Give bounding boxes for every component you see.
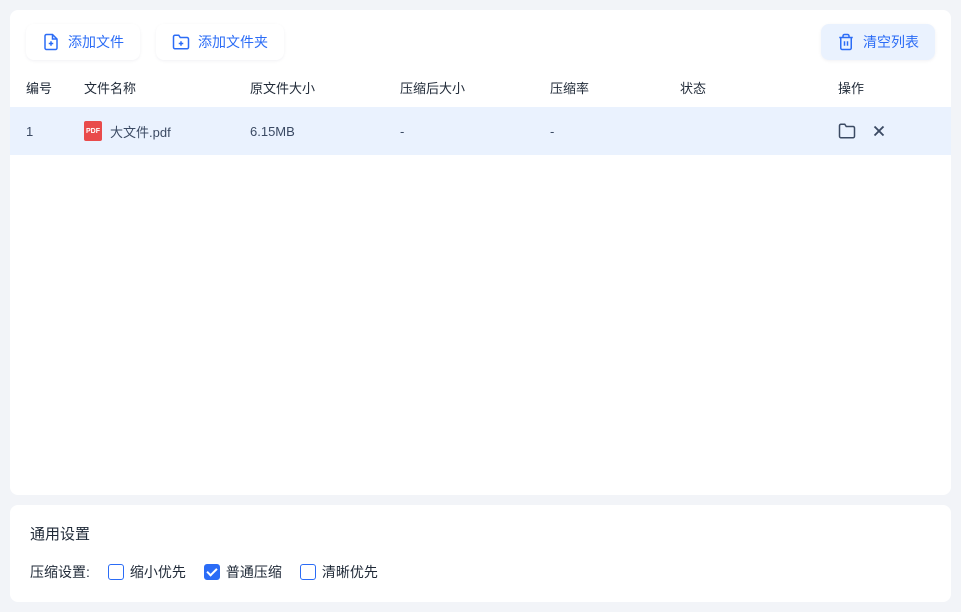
clear-list-button[interactable]: 清空列表 bbox=[821, 24, 935, 60]
clear-list-label: 清空列表 bbox=[863, 32, 919, 52]
row-orig-size: 6.15MB bbox=[250, 124, 400, 139]
folder-add-icon bbox=[172, 33, 190, 51]
header-index: 编号 bbox=[26, 78, 84, 97]
header-ratio: 压缩率 bbox=[550, 78, 680, 97]
row-filename: 大文件.pdf bbox=[110, 122, 171, 141]
settings-panel: 通用设置 压缩设置: 缩小优先 普通压缩 清晰优先 bbox=[10, 505, 951, 602]
table-header: 编号 文件名称 原文件大小 压缩后大小 压缩率 状态 操作 bbox=[10, 70, 951, 107]
row-name-cell: PDF 大文件.pdf bbox=[84, 121, 250, 141]
checkbox-icon bbox=[300, 564, 316, 580]
checkbox-shrink-priority[interactable]: 缩小优先 bbox=[108, 562, 186, 582]
pdf-icon: PDF bbox=[84, 121, 102, 141]
compress-settings-label: 压缩设置: bbox=[30, 562, 90, 582]
header-after-size: 压缩后大小 bbox=[400, 78, 550, 97]
remove-row-button[interactable] bbox=[870, 122, 888, 140]
checkbox-label: 清晰优先 bbox=[322, 562, 378, 582]
open-folder-button[interactable] bbox=[838, 122, 856, 140]
trash-icon bbox=[837, 33, 855, 51]
checkbox-clarity-priority[interactable]: 清晰优先 bbox=[300, 562, 378, 582]
checkbox-icon bbox=[204, 564, 220, 580]
table-row[interactable]: 1 PDF 大文件.pdf 6.15MB - - bbox=[10, 107, 951, 155]
row-after-size: - bbox=[400, 124, 550, 139]
file-add-icon bbox=[42, 33, 60, 51]
main-panel: 添加文件 添加文件夹 bbox=[10, 10, 951, 495]
add-file-label: 添加文件 bbox=[68, 32, 124, 52]
settings-row: 压缩设置: 缩小优先 普通压缩 清晰优先 bbox=[30, 562, 931, 582]
row-ratio: - bbox=[550, 124, 680, 139]
header-name: 文件名称 bbox=[84, 78, 250, 97]
add-folder-label: 添加文件夹 bbox=[198, 32, 268, 52]
header-status: 状态 bbox=[680, 78, 838, 97]
checkbox-label: 缩小优先 bbox=[130, 562, 186, 582]
checkbox-normal-compress[interactable]: 普通压缩 bbox=[204, 562, 282, 582]
row-actions bbox=[838, 122, 935, 140]
toolbar: 添加文件 添加文件夹 bbox=[10, 10, 951, 70]
row-index: 1 bbox=[26, 124, 84, 139]
checkbox-label: 普通压缩 bbox=[226, 562, 282, 582]
header-action: 操作 bbox=[838, 78, 935, 97]
checkbox-icon bbox=[108, 564, 124, 580]
settings-title: 通用设置 bbox=[30, 523, 931, 544]
table-body: 1 PDF 大文件.pdf 6.15MB - - bbox=[10, 107, 951, 495]
add-file-button[interactable]: 添加文件 bbox=[26, 24, 140, 60]
header-orig-size: 原文件大小 bbox=[250, 78, 400, 97]
add-folder-button[interactable]: 添加文件夹 bbox=[156, 24, 284, 60]
